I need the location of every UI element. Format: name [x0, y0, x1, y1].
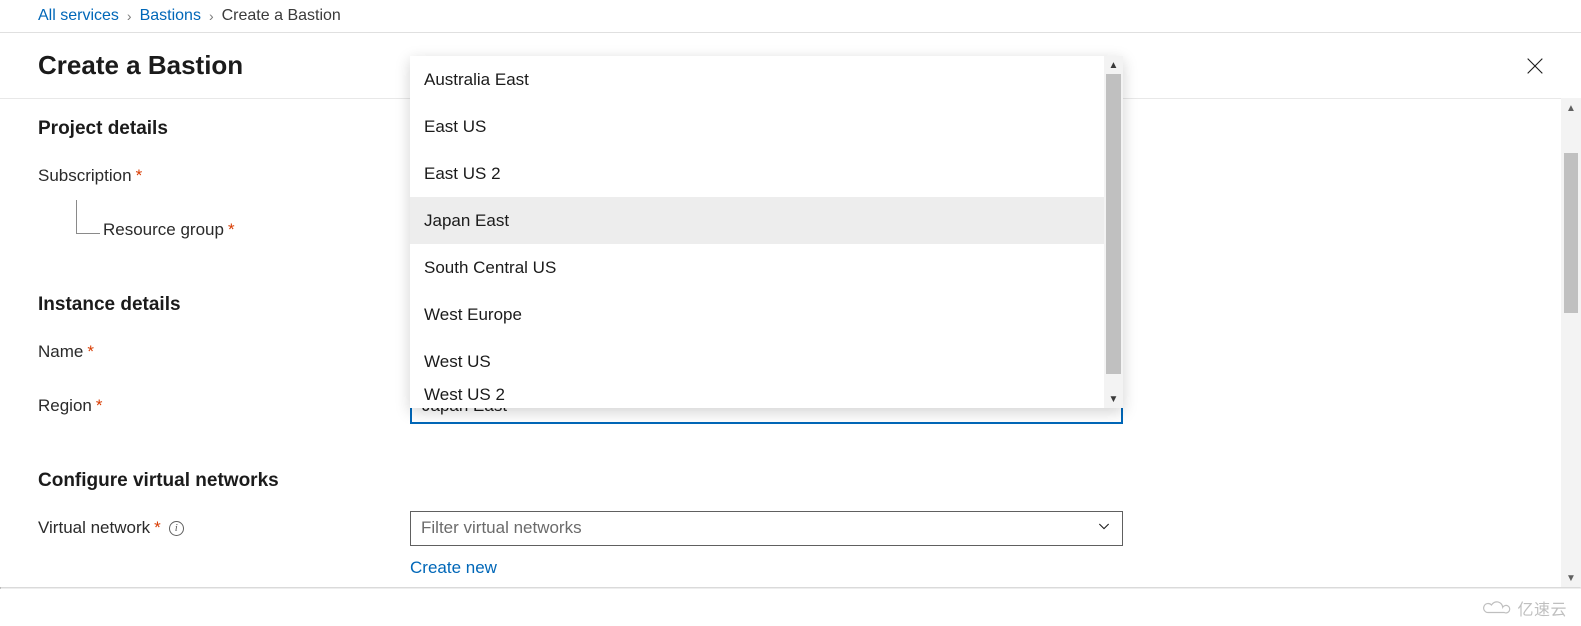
- close-button[interactable]: [1524, 55, 1546, 77]
- chevron-right-icon: ›: [127, 8, 132, 24]
- region-label: Region*: [38, 396, 410, 416]
- tree-connector-icon: [76, 200, 100, 234]
- required-marker: *: [228, 220, 235, 240]
- scrollbar-thumb[interactable]: [1564, 153, 1578, 313]
- scroll-up-icon[interactable]: ▲: [1561, 98, 1581, 118]
- virtual-network-label: Virtual network* i: [38, 518, 410, 538]
- breadcrumb: All services › Bastions › Create a Basti…: [0, 0, 1581, 33]
- breadcrumb-link-all-services[interactable]: All services: [38, 7, 119, 25]
- required-marker: *: [154, 518, 161, 538]
- dropdown-scrollbar[interactable]: ▲ ▼: [1104, 56, 1123, 408]
- scrollbar-track[interactable]: [1561, 118, 1581, 568]
- scroll-up-icon[interactable]: ▲: [1104, 56, 1123, 74]
- chevron-right-icon: ›: [209, 8, 214, 24]
- region-option[interactable]: West US 2: [410, 385, 1123, 408]
- page-title: Create a Bastion: [38, 50, 243, 81]
- page-scrollbar[interactable]: ▲ ▼: [1561, 98, 1581, 588]
- section-title-vnet: Configure virtual networks: [38, 470, 1543, 492]
- region-option[interactable]: East US 2: [410, 150, 1123, 197]
- virtual-network-select[interactable]: Filter virtual networks: [410, 511, 1123, 546]
- footer-divider: [0, 587, 1581, 589]
- scrollbar-thumb[interactable]: [1106, 74, 1121, 374]
- name-label: Name*: [38, 342, 410, 362]
- field-virtual-network: Virtual network* i Filter virtual networ…: [38, 510, 1543, 546]
- region-option[interactable]: West US: [410, 338, 1123, 385]
- cloud-icon: [1481, 599, 1511, 617]
- virtual-network-placeholder: Filter virtual networks: [421, 518, 582, 538]
- region-option[interactable]: East US: [410, 103, 1123, 150]
- region-dropdown-panel: Australia East East US East US 2 Japan E…: [410, 56, 1123, 408]
- region-option[interactable]: Japan East: [410, 197, 1123, 244]
- scroll-down-icon[interactable]: ▼: [1104, 390, 1123, 408]
- info-icon[interactable]: i: [169, 521, 184, 536]
- required-marker: *: [87, 342, 94, 362]
- region-option[interactable]: West Europe: [410, 291, 1123, 338]
- required-marker: *: [96, 396, 103, 416]
- breadcrumb-current: Create a Bastion: [222, 7, 341, 25]
- chevron-down-icon: [1096, 518, 1112, 539]
- create-new-link[interactable]: Create new: [410, 558, 497, 578]
- subscription-label: Subscription*: [38, 166, 410, 186]
- required-marker: *: [136, 166, 143, 186]
- watermark: 亿速云: [1481, 596, 1567, 620]
- close-icon: [1524, 55, 1546, 77]
- breadcrumb-link-bastions[interactable]: Bastions: [140, 7, 201, 25]
- region-option[interactable]: South Central US: [410, 244, 1123, 291]
- region-option[interactable]: Australia East: [410, 56, 1123, 103]
- region-dropdown-list[interactable]: Australia East East US East US 2 Japan E…: [410, 56, 1123, 408]
- scroll-down-icon[interactable]: ▼: [1561, 568, 1581, 588]
- resource-group-label: Resource group*: [38, 220, 410, 240]
